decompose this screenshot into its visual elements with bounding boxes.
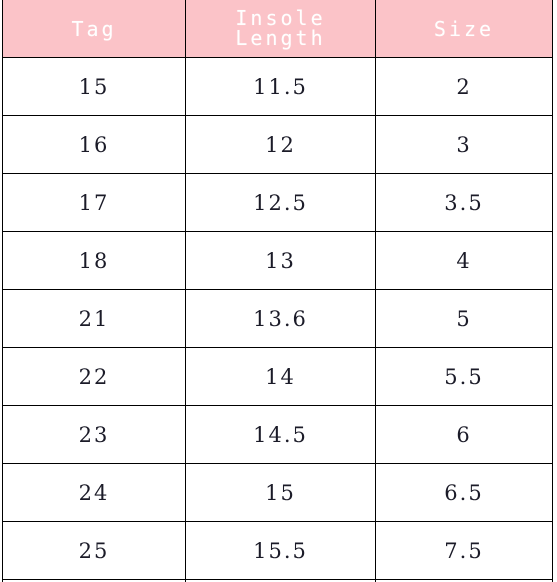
cell-tag-value: 17 [78, 190, 110, 215]
cell-insole-length: 12.5 [185, 173, 376, 232]
cell-tag: 17 [2, 173, 186, 232]
cell-insole-length: 13 [185, 231, 376, 290]
cell-size-value: 5.5 [444, 364, 484, 389]
cell-size-value: 6 [456, 422, 472, 447]
cell-size-value: 3.5 [444, 190, 484, 215]
cell-insole-length-value: 11.5 [253, 74, 308, 99]
cell-size: 6.5 [375, 463, 553, 522]
cell-insole-length: 15 [185, 463, 376, 522]
cell-size: 4 [375, 231, 553, 290]
cell-size: 5 [375, 289, 553, 348]
cell-insole-length-value: 15.5 [253, 538, 308, 563]
cell-insole-length: 11.5 [185, 57, 376, 116]
cell-size: 6 [375, 405, 553, 464]
table-row: 23 14.5 6 [2, 405, 553, 464]
cell-size-value: 7.5 [444, 538, 484, 563]
cell-size-value: 3 [456, 132, 472, 157]
cell-tag: 24 [2, 463, 186, 522]
cell-insole-length-value: 14 [265, 364, 296, 389]
table-row: 21 13.6 5 [2, 289, 553, 348]
table-row: 22 14 5.5 [2, 347, 553, 406]
cell-size-value: 2 [456, 74, 472, 99]
cell-tag: 23 [2, 405, 186, 464]
table-row: 15 11.5 2 [2, 57, 553, 116]
table-body: 15 11.5 2 16 12 3 17 12.5 3.5 18 13 4 21 [2, 57, 553, 582]
cell-size: 3 [375, 115, 553, 174]
cell-size: 3.5 [375, 173, 553, 232]
cell-tag-value: 15 [78, 74, 110, 99]
size-chart-container: Tag Insole Length Size 15 11.5 2 16 12 3 [0, 0, 557, 582]
cell-insole-length-value: 13 [265, 248, 296, 273]
cell-insole-length-value: 13.6 [253, 306, 308, 331]
cell-insole-length-value: 14.5 [253, 422, 308, 447]
table-row: 25 15.5 7.5 [2, 521, 553, 580]
column-header-tag: Tag [2, 0, 186, 58]
table-row: 17 12.5 3.5 [2, 173, 553, 232]
cell-tag: 22 [2, 347, 186, 406]
column-header-insole-length-label: Insole Length [235, 5, 326, 50]
cell-insole-length: 12 [185, 115, 376, 174]
cell-tag: 18 [2, 231, 186, 290]
column-header-size-label: Size [433, 16, 495, 41]
cell-size-value: 4 [456, 248, 472, 273]
cell-tag: 25 [2, 521, 186, 580]
cell-size-value: 6.5 [444, 480, 484, 505]
cell-insole-length-value: 12.5 [253, 190, 308, 215]
table-row: 18 13 4 [2, 231, 553, 290]
cell-insole-length: 14.5 [185, 405, 376, 464]
cell-tag-value: 24 [78, 480, 110, 505]
cell-tag-value: 22 [78, 364, 110, 389]
cell-tag: 15 [2, 57, 186, 116]
cell-size: 2 [375, 57, 553, 116]
column-header-insole-length: Insole Length [185, 0, 376, 58]
column-header-size: Size [375, 0, 553, 58]
table-row: 16 12 3 [2, 115, 553, 174]
cell-insole-length-value: 15 [265, 480, 296, 505]
cell-size: 7.5 [375, 521, 553, 580]
cell-insole-length: 15.5 [185, 521, 376, 580]
cell-tag-value: 23 [78, 422, 110, 447]
table-header: Tag Insole Length Size [2, 0, 553, 58]
cell-tag-value: 25 [78, 538, 110, 563]
cell-size-value: 5 [456, 306, 472, 331]
cell-tag: 16 [2, 115, 186, 174]
cell-size: 5.5 [375, 347, 553, 406]
cell-tag: 21 [2, 289, 186, 348]
cell-tag-value: 21 [78, 306, 110, 331]
table-row: 24 15 6.5 [2, 463, 553, 522]
shoe-size-chart-table: Tag Insole Length Size 15 11.5 2 16 12 3 [2, 0, 553, 582]
cell-insole-length: 13.6 [185, 289, 376, 348]
cell-tag-value: 16 [78, 132, 110, 157]
cell-insole-length: 14 [185, 347, 376, 406]
column-header-tag-label: Tag [71, 16, 117, 41]
cell-insole-length-value: 12 [265, 132, 296, 157]
cell-tag-value: 18 [78, 248, 110, 273]
header-row: Tag Insole Length Size [2, 0, 553, 58]
